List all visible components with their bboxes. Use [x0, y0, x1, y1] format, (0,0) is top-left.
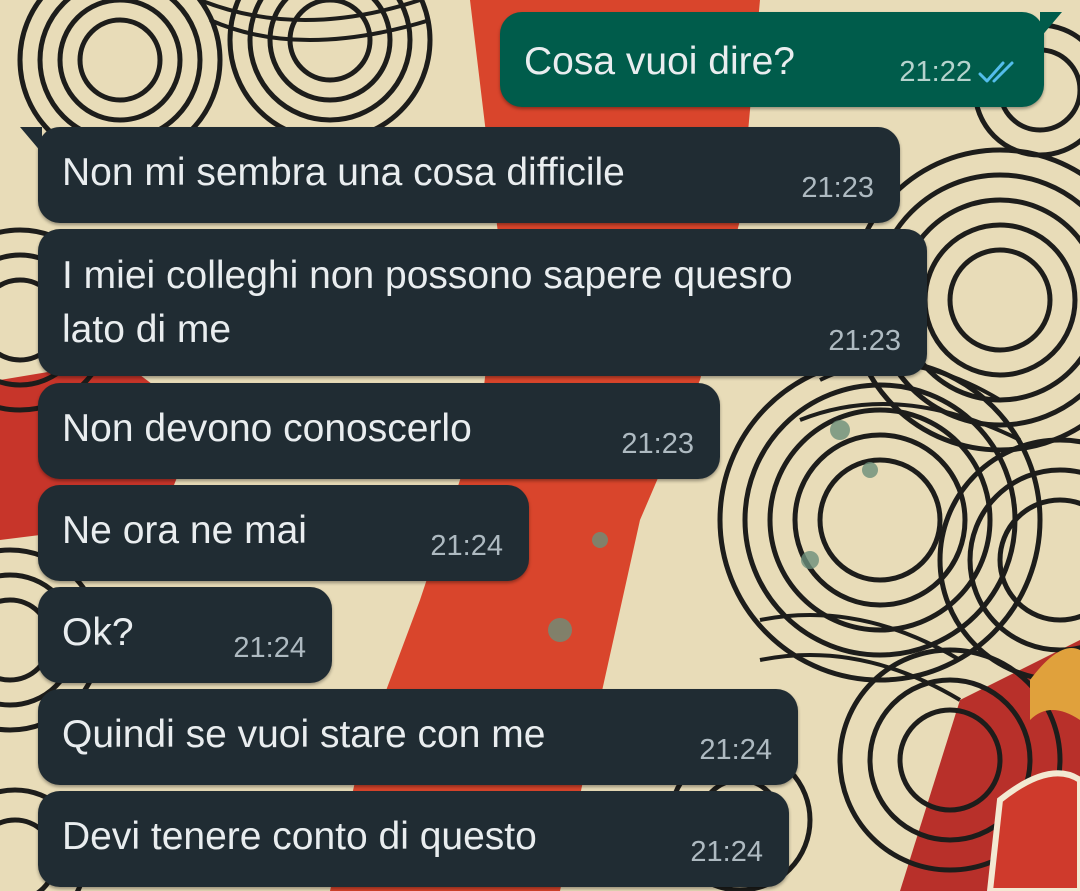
- incoming-message[interactable]: Non mi sembra una cosa difficile 21:23: [20, 127, 900, 223]
- message-timestamp: 21:24: [690, 836, 763, 868]
- bubble-tail: [1040, 12, 1062, 38]
- double-check-read-icon: [978, 61, 1014, 83]
- incoming-message[interactable]: Quindi se vuoi stare con me 21:24: [38, 689, 798, 785]
- incoming-message[interactable]: Ne ora ne mai 21:24: [38, 485, 529, 581]
- message-timestamp: 21:23: [828, 325, 901, 357]
- message-text: Ne ora ne mai: [62, 509, 307, 552]
- message-timestamp: 21:22: [899, 56, 972, 88]
- message-text: Cosa vuoi dire?: [524, 40, 795, 83]
- message-text: Quindi se vuoi stare con me: [62, 713, 546, 756]
- message-timestamp: 21:23: [801, 172, 874, 204]
- message-text: Non mi sembra una cosa difficile: [62, 151, 625, 194]
- message-text: I miei colleghi non possono sapere quesr…: [62, 254, 793, 351]
- outgoing-message[interactable]: Cosa vuoi dire? 21:22: [500, 12, 1062, 107]
- message-timestamp: 21:24: [430, 530, 503, 562]
- incoming-message[interactable]: Non devono conoscerlo 21:23: [38, 383, 720, 479]
- message-timestamp: 21:23: [621, 428, 694, 460]
- message-text: Ok?: [62, 611, 134, 654]
- message-text: Devi tenere conto di questo: [62, 815, 537, 858]
- incoming-message[interactable]: Ok? 21:24: [38, 587, 332, 683]
- incoming-message[interactable]: I miei colleghi non possono sapere quesr…: [38, 229, 927, 376]
- bubble-tail: [20, 127, 42, 153]
- message-timestamp: 21:24: [233, 632, 306, 664]
- message-timestamp: 21:24: [699, 734, 772, 766]
- incoming-message[interactable]: Devi tenere conto di questo 21:24: [38, 791, 789, 887]
- message-text: Non devono conoscerlo: [62, 407, 472, 450]
